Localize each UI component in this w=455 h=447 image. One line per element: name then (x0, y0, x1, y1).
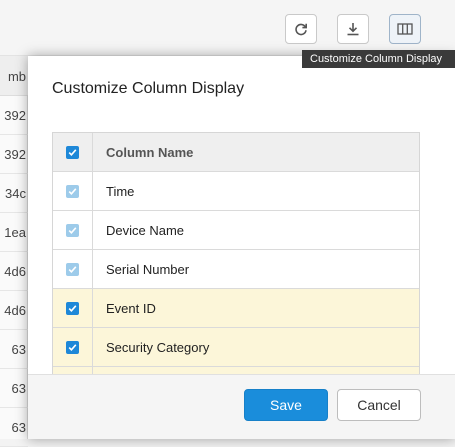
columns-icon (397, 23, 413, 35)
column-label: Security Category (106, 339, 210, 355)
column-row-serial-number[interactable]: Serial Number (53, 249, 419, 289)
columns-table-header: Column Name (53, 133, 419, 172)
column-checkbox (53, 249, 93, 289)
column-checkbox[interactable] (53, 327, 93, 367)
column-row-time[interactable]: Time (53, 171, 419, 211)
refresh-icon (295, 23, 307, 36)
select-all-checkbox[interactable] (53, 133, 93, 172)
checkbox-checked-icon (66, 145, 79, 159)
checkbox-checked-icon (66, 262, 79, 276)
background-cell: 63 (0, 408, 28, 447)
dialog-title: Customize Column Display (52, 80, 245, 97)
dialog-footer: Save Cancel (28, 374, 455, 439)
table-toolbar (0, 0, 455, 56)
column-row-security-category[interactable]: Security Category (53, 327, 419, 367)
background-cell: 4d6 (0, 291, 28, 330)
customize-columns-tooltip: Customize Column Display (302, 50, 455, 68)
column-row-device-name[interactable]: Device Name (53, 210, 419, 250)
columns-table: Column Name Time Device Name Serial Numb… (52, 132, 420, 376)
background-table-header: mb (0, 56, 28, 96)
column-checkbox (53, 210, 93, 250)
background-cell: 4d6 (0, 252, 28, 291)
background-header-text: mb (7, 69, 26, 84)
column-label: Device Name (106, 222, 185, 238)
column-name-header: Column Name (106, 144, 194, 160)
column-label: Event ID (106, 300, 156, 316)
customize-columns-dialog: Customize Column Display Column Name Tim… (28, 56, 455, 439)
background-cell: 63 (0, 330, 28, 369)
background-cell: 392 (0, 135, 28, 174)
checkbox-checked-icon (66, 184, 79, 198)
checkbox-checked-icon (66, 223, 79, 237)
background-cell: 1ea (0, 213, 28, 252)
save-button[interactable]: Save (244, 389, 328, 421)
download-button[interactable] (337, 14, 369, 44)
column-label: Serial Number (106, 261, 190, 277)
checkbox-checked-icon (66, 301, 79, 315)
cancel-button[interactable]: Cancel (337, 389, 421, 421)
customize-columns-button[interactable] (389, 14, 421, 44)
column-label: Time (106, 183, 135, 199)
column-checkbox (53, 171, 93, 211)
download-icon (347, 23, 359, 36)
checkbox-checked-icon (66, 340, 79, 354)
background-cell: 34c (0, 174, 28, 213)
background-cell: 63 (0, 369, 28, 408)
column-row-event-id[interactable]: Event ID (53, 288, 419, 328)
background-cell: 392 (0, 96, 28, 135)
column-checkbox[interactable] (53, 288, 93, 328)
refresh-button[interactable] (285, 14, 317, 44)
